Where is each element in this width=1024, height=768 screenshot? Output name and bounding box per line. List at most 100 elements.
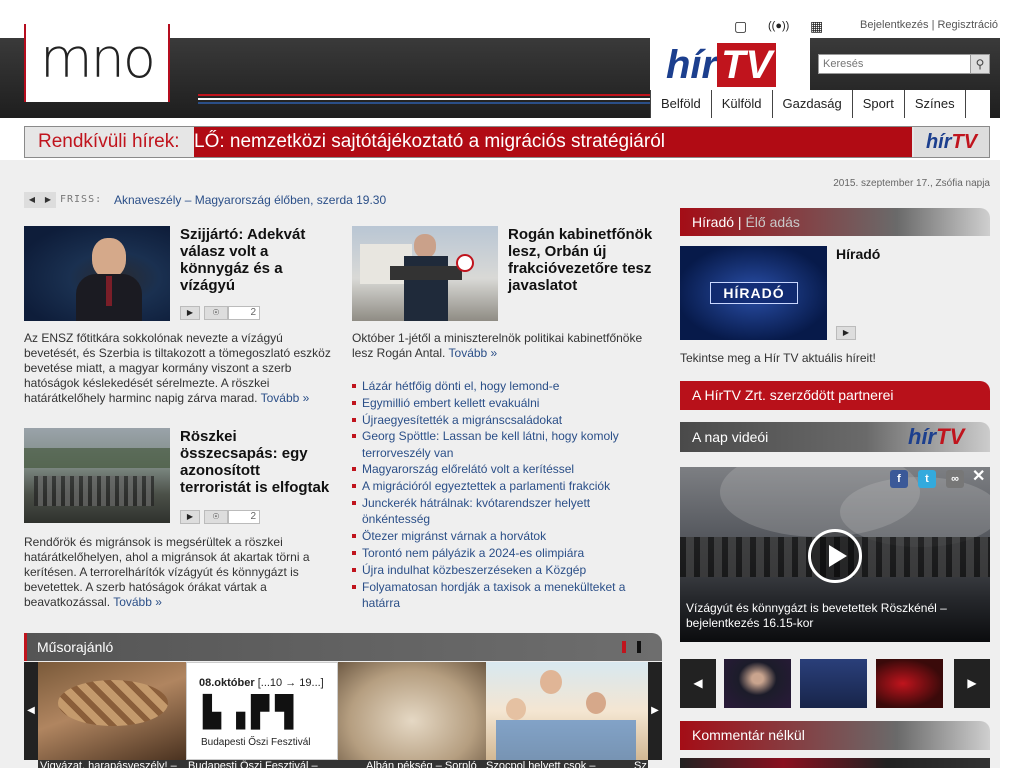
article-summary: Október 1-jétől a miniszterelnök politik…: [352, 331, 654, 361]
comment-count: 2: [228, 510, 260, 524]
login-link[interactable]: Bejelentkezés: [860, 19, 929, 31]
carousel-prev-icon[interactable]: ◀: [680, 659, 716, 708]
partners-banner[interactable]: A HírTV Zrt. szerződött partnerei: [680, 381, 990, 410]
nav-item-szines[interactable]: Színes: [903, 90, 966, 118]
no-comment-strip: [680, 758, 990, 768]
video-icon[interactable]: ▶: [180, 510, 200, 524]
program-caption[interactable]: Sz: [634, 760, 648, 768]
list-item[interactable]: Folyamatosan hordják a taxisok a menekül…: [352, 579, 652, 612]
nav-item-kulfold[interactable]: Külföld: [710, 90, 773, 118]
breaking-news-link[interactable]: LŐ: nemzetközi sajtótájékoztató a migrác…: [194, 131, 665, 153]
breaking-hirtv-logo[interactable]: hírTV: [914, 127, 989, 157]
broadcast-icon[interactable]: ((●)): [768, 20, 789, 32]
article-thumbnail[interactable]: [352, 226, 498, 321]
list-item[interactable]: Újraegyesítették a migránscsaládokat: [352, 412, 652, 428]
page-dot[interactable]: [622, 641, 626, 653]
hirado-tab[interactable]: Híradó: [692, 214, 734, 230]
list-item[interactable]: Egymillió embert kellett evakuálni: [352, 395, 652, 411]
article-title[interactable]: Rogán kabinetfőnök lesz, Orbán új frakci…: [508, 226, 654, 294]
article-thumbnail[interactable]: [24, 226, 170, 321]
more-link[interactable]: Tovább »: [261, 391, 310, 405]
account-links: Bejelentkezés | Regisztráció: [860, 19, 998, 31]
play-icon[interactable]: [829, 545, 847, 567]
facebook-icon[interactable]: f: [890, 470, 908, 488]
program-next-icon[interactable]: ▶: [648, 662, 662, 760]
list-item[interactable]: Junckerék hátrálnak: kvótarendszer helye…: [352, 495, 652, 528]
hirtv-logo[interactable]: hír TV: [666, 42, 777, 88]
flag-stripe-blue: [198, 102, 650, 104]
tab-separator: |: [734, 214, 746, 230]
hirtv-logo-part: hír: [925, 131, 952, 153]
video-thumbnail[interactable]: [724, 659, 791, 708]
page-dot[interactable]: [637, 641, 641, 653]
ticker-link[interactable]: Aknaveszély – Magyarország élőben, szerd…: [114, 193, 386, 207]
video-thumbnail[interactable]: [800, 659, 867, 708]
program-prev-icon[interactable]: ◀: [24, 662, 38, 760]
boef-range: [...10 → 19...]: [257, 677, 324, 689]
list-item[interactable]: Magyarország előrelátó volt a kerítéssel: [352, 461, 652, 477]
nav-item-belfold[interactable]: Belföld: [650, 90, 712, 118]
hirtv-logo: hírTV: [908, 426, 964, 448]
boef-date-text: 08.október: [199, 677, 255, 689]
comment-icon[interactable]: ☉: [204, 306, 228, 320]
article-summary: Rendőrök és migránsok is megsérültek a r…: [24, 535, 336, 610]
link-icon[interactable]: ∞: [946, 470, 964, 488]
article-title[interactable]: Röszkei összecsapás: egy azonosított ter…: [180, 428, 330, 496]
headline-list: Lázár hétfőig dönti el, hogy lemond-e Eg…: [352, 378, 652, 612]
video-icon[interactable]: ▶: [836, 326, 856, 340]
ticker-next-icon[interactable]: ▶: [40, 192, 56, 208]
program-thumbnail[interactable]: [338, 662, 486, 760]
program-caption[interactable]: Szocpol helyett csok –: [486, 760, 634, 768]
hirado-description: Tekintse meg a Hír TV aktuális híreit!: [680, 351, 876, 365]
comment-icon[interactable]: ☉: [204, 510, 228, 524]
twitter-icon[interactable]: t: [918, 470, 936, 488]
hirado-title[interactable]: Híradó: [836, 246, 880, 262]
no-comment-header[interactable]: Kommentár nélkül: [680, 721, 990, 750]
article-thumbnail[interactable]: [24, 428, 170, 523]
flag-stripe-red: [198, 94, 650, 96]
boef-date: 08.október [...10 → 19...]: [199, 677, 324, 689]
register-link[interactable]: Regisztráció: [937, 19, 998, 31]
close-icon[interactable]: ✕: [972, 466, 985, 486]
nav-item-gazdasag[interactable]: Gazdaság: [771, 90, 853, 118]
live-tab[interactable]: Élő adás: [745, 214, 799, 230]
article-summary: Az ENSZ főtitkára sokkolónak nevezte a v…: [24, 331, 336, 406]
program-thumbnail[interactable]: [486, 662, 648, 760]
video-icon[interactable]: ▶: [180, 306, 200, 320]
list-item[interactable]: Georg Spöttle: Lassan be kell látni, hog…: [352, 428, 652, 461]
program-caption[interactable]: Albán pékség – Sorpló: [338, 760, 486, 768]
video-caption[interactable]: Vízágyút és könnygázt is bevetettek Rösz…: [686, 601, 986, 631]
search-icon[interactable]: ⚲: [970, 54, 990, 74]
more-link[interactable]: Tovább »: [449, 346, 498, 360]
article-title[interactable]: Szijjártó: Adekvát válasz volt a könnygá…: [180, 226, 320, 294]
window-icon[interactable]: ▢: [734, 18, 747, 35]
list-item[interactable]: Ötezer migránst várnak a horvátok: [352, 528, 652, 544]
mno-logo[interactable]: mno: [40, 28, 156, 90]
hirtv-logo-part: TV: [717, 43, 777, 87]
ticker-prev-icon[interactable]: ◀: [24, 192, 40, 208]
list-item[interactable]: Lázár hétfőig dönti el, hogy lemond-e: [352, 378, 652, 394]
more-link[interactable]: Tovább »: [113, 595, 162, 609]
boef-logo-mark: ▙▗▛▜: [203, 695, 300, 730]
list-item[interactable]: Újra indulhat közbeszerzéseken a Közgép: [352, 562, 652, 578]
list-item[interactable]: Torontó nem pályázik a 2024-es olimpiára: [352, 545, 652, 561]
flag-stripe-white: [198, 98, 650, 100]
nav-item-sport[interactable]: Sport: [851, 90, 905, 118]
comment-count: 2: [228, 306, 260, 320]
program-thumbnail[interactable]: 08.október [...10 → 19...] ▙▗▛▜ Budapest…: [186, 662, 338, 760]
boef-name: Budapesti Őszi Fesztivál: [201, 737, 311, 748]
ticker-label: FRISS:: [60, 194, 103, 205]
program-caption[interactable]: Vigyázat, harapásveszély! –: [38, 760, 186, 768]
hirtv-logo-part: TV: [951, 131, 978, 153]
search-input[interactable]: [818, 54, 990, 74]
program-guide-header: Műsorajánló: [24, 633, 662, 661]
hirtv-logo-part: hír: [666, 43, 718, 87]
program-caption[interactable]: Budapesti Őszi Fesztivál –: [186, 760, 338, 768]
link-separator: |: [931, 19, 935, 31]
program-thumbnail[interactable]: [38, 662, 186, 760]
list-item[interactable]: A migrációról egyeztettek a parlamenti f…: [352, 478, 652, 494]
grid-icon[interactable]: ▦: [810, 18, 823, 35]
article-summary-text: Rendőrök és migránsok is megsérültek a r…: [24, 535, 310, 609]
video-thumbnail[interactable]: [876, 659, 943, 708]
carousel-next-icon[interactable]: ▶: [954, 659, 990, 708]
